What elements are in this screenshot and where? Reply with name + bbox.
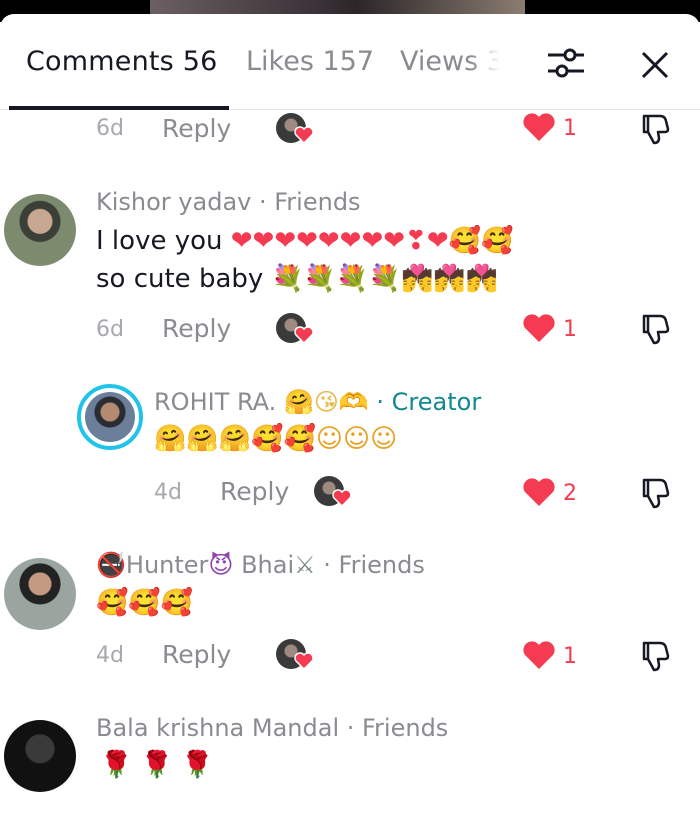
tab-bar: Comments 56 Likes 157 Views 3 [0, 14, 700, 110]
close-icon[interactable] [638, 48, 672, 82]
tab-likes[interactable]: Likes 157 [246, 46, 374, 77]
author-emoji: ⚔ [294, 551, 316, 579]
heart-icon [294, 652, 314, 670]
heart-icon [294, 126, 314, 144]
comment-time: 6d [96, 116, 124, 141]
dislike-icon[interactable] [638, 112, 672, 146]
comment-author[interactable]: Kishor yadav · Friends [96, 188, 361, 216]
emoji-line: ❤❤❤❤❤❤❤❤❣❤🥰🥰 [230, 226, 514, 256]
comment-text: 🤗🤗🤗🥰🥰☺☺☺ [154, 424, 398, 454]
dislike-icon[interactable] [638, 312, 672, 346]
filter-icon[interactable] [546, 46, 586, 80]
like-count: 1 [563, 644, 577, 669]
comment-author[interactable]: Bala krishna Mandal · Friends [96, 714, 448, 742]
comment-text: 🌹 🌹 🌹 [100, 750, 214, 780]
tab-views[interactable]: Views 3 [400, 46, 500, 77]
like-count: 1 [563, 116, 577, 141]
creator-badge: · Creator [376, 388, 482, 416]
heart-icon[interactable] [522, 112, 556, 142]
comment-text: I love you ❤❤❤❤❤❤❤❤❣❤🥰🥰 [96, 226, 514, 256]
heart-icon[interactable] [522, 640, 556, 670]
reply-button[interactable]: Reply [162, 314, 231, 343]
comment-time: 4d [96, 643, 124, 668]
reply-button[interactable]: Reply [220, 477, 289, 506]
emoji-line: 💐💐💐💐💏💏💏 [271, 264, 499, 294]
reply-button[interactable]: Reply [162, 114, 231, 143]
comment-author[interactable]: 🚭Hunter😈 Bhai⚔ · Friends [96, 551, 425, 579]
avatar[interactable] [4, 558, 76, 630]
heart-icon [332, 489, 352, 507]
avatar[interactable] [4, 720, 76, 792]
comment-text: 🥰🥰🥰 [96, 588, 194, 618]
heart-icon[interactable] [522, 477, 556, 507]
video-thumbnail [150, 0, 525, 14]
reply-button[interactable]: Reply [162, 640, 231, 669]
like-count: 1 [563, 317, 577, 342]
comment-time: 6d [96, 317, 124, 342]
dislike-icon[interactable] [638, 476, 672, 510]
comment-author[interactable]: ROHIT RA. 🤗😘🫶 · Creator [154, 388, 481, 416]
like-count: 2 [563, 481, 577, 506]
comment-time: 4d [154, 480, 182, 505]
avatar[interactable] [85, 392, 135, 442]
comment-text: so cute baby 💐💐💐💐💏💏💏 [96, 264, 499, 294]
author-emoji: 🤗😘🫶 [283, 388, 369, 416]
author-emoji: 🚭 [96, 551, 126, 579]
avatar[interactable] [4, 194, 76, 266]
active-tab-underline [9, 106, 229, 110]
author-emoji: 😈 [208, 551, 234, 579]
tab-comments[interactable]: Comments 56 [26, 46, 218, 77]
heart-icon [294, 326, 314, 344]
dislike-icon[interactable] [638, 639, 672, 673]
heart-icon[interactable] [522, 313, 556, 343]
